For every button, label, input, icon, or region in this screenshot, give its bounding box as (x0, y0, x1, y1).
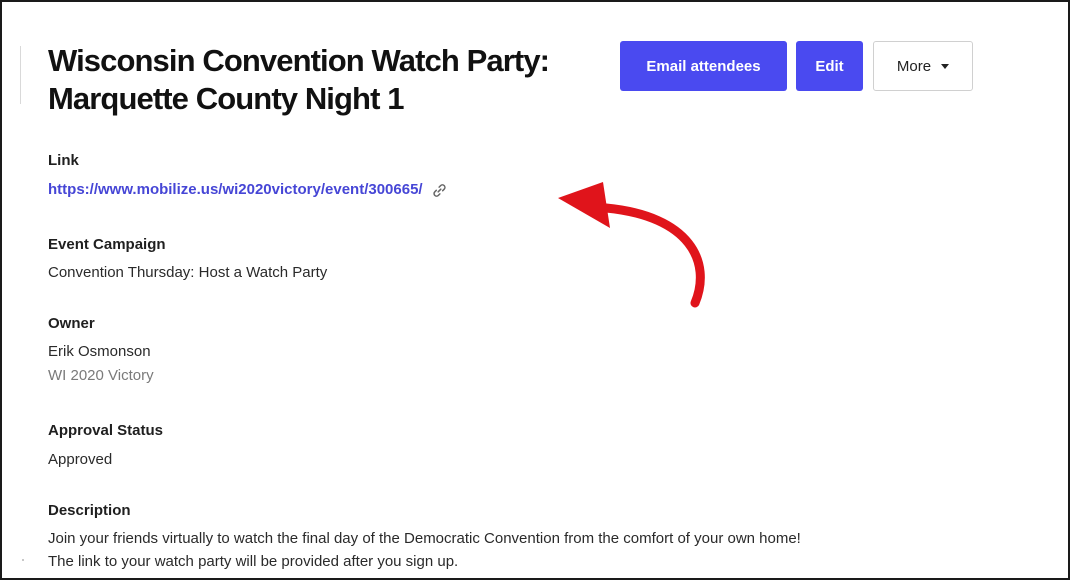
description-label: Description (48, 502, 131, 519)
description-line1: Join your friends virtually to watch the… (48, 530, 801, 547)
link-label: Link (48, 152, 79, 169)
campaign-label: Event Campaign (48, 236, 166, 253)
owner-organization: WI 2020 Victory (48, 367, 154, 384)
email-attendees-button[interactable]: Email attendees (620, 41, 787, 91)
curved-arrow-icon (558, 182, 705, 308)
event-detail-page: Wisconsin Convention Watch Party: Marque… (0, 0, 1070, 580)
description-section: Description Join your friends virtually … (48, 501, 1048, 573)
left-divider-dot (22, 559, 24, 561)
campaign-section: Event Campaign Convention Thursday: Host… (48, 235, 327, 283)
chevron-down-icon (941, 64, 950, 69)
edit-button[interactable]: Edit (796, 41, 863, 91)
approval-value: Approved (48, 451, 113, 468)
event-title-line2: Marquette County Night 1 (48, 81, 404, 116)
campaign-value: Convention Thursday: Host a Watch Party (48, 264, 328, 281)
more-label: More (896, 57, 932, 75)
link-section: Link https://www.mobilize.us/wi2020victo… (48, 151, 447, 200)
approval-section: Approval Status Approved (48, 421, 163, 470)
more-dropdown-button[interactable]: More (873, 41, 973, 91)
left-divider (20, 46, 21, 104)
description-line2: The link to your watch party will be pro… (48, 553, 459, 570)
owner-name: Erik Osmonson (48, 343, 151, 360)
event-title-line1: Wisconsin Convention Watch Party: (48, 43, 550, 78)
event-link[interactable]: https://www.mobilize.us/wi2020victory/ev… (48, 180, 423, 200)
event-title: Wisconsin Convention Watch Party: Marque… (48, 42, 568, 118)
approval-label: Approval Status (48, 422, 164, 439)
link-icon[interactable] (432, 183, 447, 198)
owner-label: Owner (48, 315, 95, 332)
owner-section: Owner Erik Osmonson WI 2020 Victory (48, 314, 154, 386)
